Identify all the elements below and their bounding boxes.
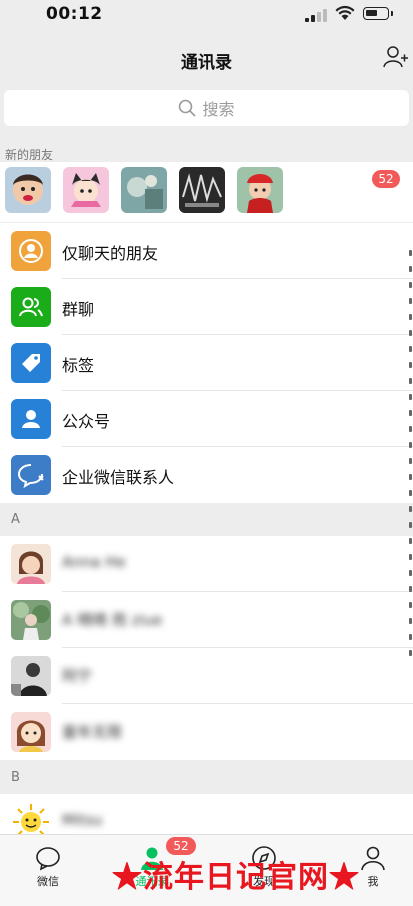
avatar xyxy=(11,600,51,640)
func-item-label: 群聊 xyxy=(62,300,95,319)
tab-label: 微信 xyxy=(37,875,59,888)
me-icon xyxy=(361,846,385,871)
contact-row[interactable]: Anna He xyxy=(0,536,413,592)
wecom-icon xyxy=(11,455,51,495)
new-friend-avatar[interactable] xyxy=(237,167,283,213)
new-friends-badge: 52 xyxy=(372,170,400,188)
func-item-group-chats[interactable]: 群聊 xyxy=(0,279,413,335)
avatar xyxy=(11,656,51,696)
page-title: 通讯录 xyxy=(181,53,232,73)
tag-icon xyxy=(11,343,51,383)
status-time: 00:12 xyxy=(46,4,103,24)
avatar xyxy=(11,712,51,752)
contact-list-a: Anna He A 晴晴 雨 ziue 阿宁 童年无限 xyxy=(0,536,413,760)
tab-chats[interactable]: 微信 xyxy=(18,845,78,895)
navbar: 通讯录 xyxy=(0,30,413,86)
status-bar: 00:12 xyxy=(0,0,413,30)
contact-row[interactable]: A 晴晴 雨 ziue xyxy=(0,592,413,648)
contact-name: Mitsu xyxy=(62,811,103,829)
func-item-label: 企业微信联系人 xyxy=(62,468,175,487)
contact-name: 阿宁 xyxy=(62,667,93,685)
alphabet-index[interactable] xyxy=(407,250,413,710)
func-item-label: 标签 xyxy=(62,356,95,375)
new-friends-label: 新的朋友 xyxy=(5,148,54,162)
new-friend-avatar[interactable] xyxy=(121,167,167,213)
battery-icon xyxy=(363,7,393,20)
contact-row[interactable]: 阿宁 xyxy=(0,648,413,704)
wifi-icon xyxy=(335,5,355,20)
signal-icon xyxy=(305,8,329,22)
search-icon xyxy=(179,99,197,117)
func-item-tags[interactable]: 标签 xyxy=(0,335,413,391)
func-item-chat-only-friends[interactable]: 仅聊天的朋友 xyxy=(0,223,413,279)
func-item-label: 公众号 xyxy=(62,412,111,431)
new-friend-avatar[interactable] xyxy=(179,167,225,213)
group-chat-icon xyxy=(11,287,51,327)
contact-row[interactable]: 童年无限 xyxy=(0,704,413,760)
watermark-text: ★流年日记官网★ xyxy=(112,860,360,895)
chat-bubble-icon xyxy=(36,847,60,871)
person-chat-icon xyxy=(11,231,51,271)
contact-name: Anna He xyxy=(62,553,126,571)
search-input[interactable]: 搜索 xyxy=(4,90,409,126)
section-header-a: A xyxy=(11,512,20,527)
func-item-wecom-contacts[interactable]: 企业微信联系人 xyxy=(0,447,413,503)
section-header-b: B xyxy=(11,770,20,785)
contact-name: A 晴晴 雨 ziue xyxy=(62,611,163,629)
official-account-icon xyxy=(11,399,51,439)
search-placeholder: 搜索 xyxy=(202,100,235,119)
contact-name: 童年无限 xyxy=(62,723,123,741)
new-friends-row[interactable]: 52 xyxy=(0,162,413,222)
avatar xyxy=(11,544,51,584)
new-friend-avatar[interactable] xyxy=(63,167,109,213)
add-friend-icon[interactable] xyxy=(383,44,409,70)
new-friend-avatar[interactable] xyxy=(5,167,51,213)
function-list: 仅聊天的朋友 群聊 标签 公众号 企业微信联系人 xyxy=(0,223,413,503)
func-item-label: 仅聊天的朋友 xyxy=(62,244,159,263)
func-item-official-accounts[interactable]: 公众号 xyxy=(0,391,413,447)
